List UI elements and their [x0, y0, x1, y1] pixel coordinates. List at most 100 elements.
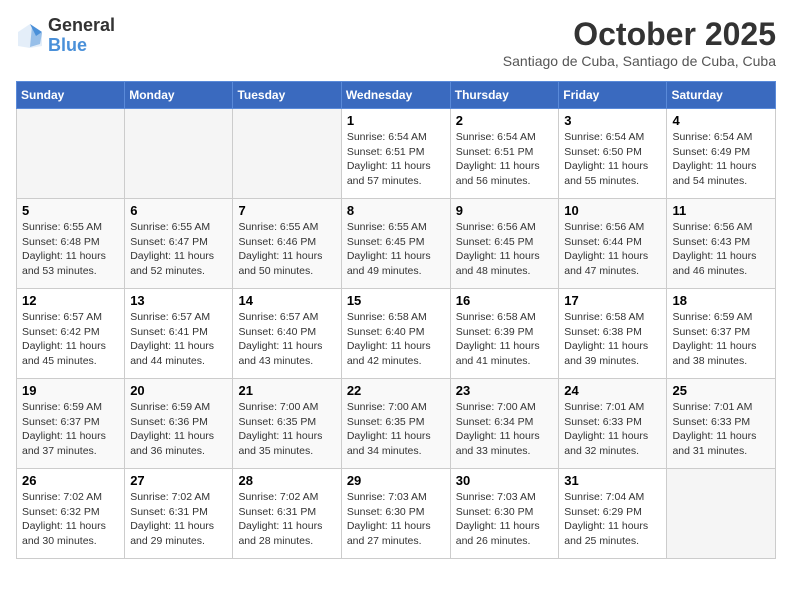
day-number: 20 [130, 383, 227, 398]
calendar-cell: 1 Sunrise: 6:54 AMSunset: 6:51 PMDaylight… [341, 109, 450, 199]
calendar-cell: 28 Sunrise: 7:02 AMSunset: 6:31 PMDayligh… [233, 469, 341, 559]
calendar-cell [17, 109, 125, 199]
day-info: Sunrise: 6:58 AMSunset: 6:40 PMDaylight:… [347, 310, 445, 369]
calendar-cell: 23 Sunrise: 7:00 AMSunset: 6:34 PMDayligh… [450, 379, 559, 469]
calendar-table: SundayMondayTuesdayWednesdayThursdayFrid… [16, 81, 776, 559]
day-number: 14 [238, 293, 335, 308]
day-info: Sunrise: 6:55 AMSunset: 6:45 PMDaylight:… [347, 220, 445, 279]
day-info: Sunrise: 6:54 AMSunset: 6:49 PMDaylight:… [672, 130, 770, 189]
day-number: 17 [564, 293, 661, 308]
page-header: General Blue October 2025 Santiago de Cu… [16, 16, 776, 69]
day-number: 22 [347, 383, 445, 398]
day-number: 15 [347, 293, 445, 308]
calendar-cell: 15 Sunrise: 6:58 AMSunset: 6:40 PMDayligh… [341, 289, 450, 379]
day-info: Sunrise: 6:55 AMSunset: 6:47 PMDaylight:… [130, 220, 227, 279]
logo-text: General Blue [48, 16, 115, 56]
calendar-cell: 29 Sunrise: 7:03 AMSunset: 6:30 PMDayligh… [341, 469, 450, 559]
day-number: 6 [130, 203, 227, 218]
day-number: 30 [456, 473, 554, 488]
calendar-cell: 16 Sunrise: 6:58 AMSunset: 6:39 PMDayligh… [450, 289, 559, 379]
calendar-cell: 18Sunrise: 6:59 AMSunset: 6:37 PMDayligh… [667, 289, 776, 379]
day-info: Sunrise: 6:58 AMSunset: 6:39 PMDaylight:… [456, 310, 554, 369]
calendar-cell [125, 109, 233, 199]
calendar-cell: 10 Sunrise: 6:56 AMSunset: 6:44 PMDayligh… [559, 199, 667, 289]
calendar-cell: 12Sunrise: 6:57 AMSunset: 6:42 PMDayligh… [17, 289, 125, 379]
month-title: October 2025 [503, 16, 776, 53]
day-number: 21 [238, 383, 335, 398]
day-info: Sunrise: 7:00 AMSunset: 6:34 PMDaylight:… [456, 400, 554, 459]
day-info: Sunrise: 6:57 AMSunset: 6:41 PMDaylight:… [130, 310, 227, 369]
day-number: 4 [672, 113, 770, 128]
day-info: Sunrise: 7:03 AMSunset: 6:30 PMDaylight:… [347, 490, 445, 549]
calendar-week-row: 1 Sunrise: 6:54 AMSunset: 6:51 PMDaylight… [17, 109, 776, 199]
calendar-cell: 22Sunrise: 7:00 AMSunset: 6:35 PMDayligh… [341, 379, 450, 469]
day-info: Sunrise: 6:56 AMSunset: 6:45 PMDaylight:… [456, 220, 554, 279]
day-number: 9 [456, 203, 554, 218]
calendar-cell: 2Sunrise: 6:54 AMSunset: 6:51 PMDaylight… [450, 109, 559, 199]
calendar-cell: 11Sunrise: 6:56 AMSunset: 6:43 PMDayligh… [667, 199, 776, 289]
day-number: 16 [456, 293, 554, 308]
day-info: Sunrise: 6:57 AMSunset: 6:42 PMDaylight:… [22, 310, 119, 369]
day-number: 7 [238, 203, 335, 218]
weekday-header-tuesday: Tuesday [233, 82, 341, 109]
day-info: Sunrise: 6:54 AMSunset: 6:51 PMDaylight:… [347, 130, 445, 189]
location-title: Santiago de Cuba, Santiago de Cuba, Cuba [503, 53, 776, 69]
day-info: Sunrise: 7:02 AMSunset: 6:31 PMDaylight:… [238, 490, 335, 549]
day-number: 19 [22, 383, 119, 398]
day-info: Sunrise: 7:04 AMSunset: 6:29 PMDaylight:… [564, 490, 661, 549]
day-info: Sunrise: 6:59 AMSunset: 6:37 PMDaylight:… [22, 400, 119, 459]
calendar-cell: 21Sunrise: 7:00 AMSunset: 6:35 PMDayligh… [233, 379, 341, 469]
weekday-header-saturday: Saturday [667, 82, 776, 109]
day-number: 8 [347, 203, 445, 218]
calendar-cell: 7 Sunrise: 6:55 AMSunset: 6:46 PMDaylight… [233, 199, 341, 289]
day-number: 5 [22, 203, 119, 218]
day-info: Sunrise: 6:55 AMSunset: 6:46 PMDaylight:… [238, 220, 335, 279]
calendar-cell [667, 469, 776, 559]
day-number: 29 [347, 473, 445, 488]
calendar-cell: 5 Sunrise: 6:55 AMSunset: 6:48 PMDaylight… [17, 199, 125, 289]
calendar-cell: 31 Sunrise: 7:04 AMSunset: 6:29 PMDayligh… [559, 469, 667, 559]
day-number: 31 [564, 473, 661, 488]
calendar-cell: 14Sunrise: 6:57 AMSunset: 6:40 PMDayligh… [233, 289, 341, 379]
calendar-cell: 20 Sunrise: 6:59 AMSunset: 6:36 PMDayligh… [125, 379, 233, 469]
calendar-cell: 6 Sunrise: 6:55 AMSunset: 6:47 PMDaylight… [125, 199, 233, 289]
day-info: Sunrise: 6:55 AMSunset: 6:48 PMDaylight:… [22, 220, 119, 279]
calendar-cell: 26Sunrise: 7:02 AMSunset: 6:32 PMDayligh… [17, 469, 125, 559]
day-number: 10 [564, 203, 661, 218]
day-number: 25 [672, 383, 770, 398]
calendar-cell: 8 Sunrise: 6:55 AMSunset: 6:45 PMDaylight… [341, 199, 450, 289]
calendar-week-row: 19 Sunrise: 6:59 AMSunset: 6:37 PMDayligh… [17, 379, 776, 469]
day-number: 23 [456, 383, 554, 398]
day-info: Sunrise: 7:02 AMSunset: 6:32 PMDaylight:… [22, 490, 119, 549]
day-info: Sunrise: 6:58 AMSunset: 6:38 PMDaylight:… [564, 310, 661, 369]
weekday-header-row: SundayMondayTuesdayWednesdayThursdayFrid… [17, 82, 776, 109]
calendar-cell: 9 Sunrise: 6:56 AMSunset: 6:45 PMDaylight… [450, 199, 559, 289]
day-info: Sunrise: 7:01 AMSunset: 6:33 PMDaylight:… [564, 400, 661, 459]
day-number: 1 [347, 113, 445, 128]
calendar-week-row: 12Sunrise: 6:57 AMSunset: 6:42 PMDayligh… [17, 289, 776, 379]
calendar-week-row: 5 Sunrise: 6:55 AMSunset: 6:48 PMDaylight… [17, 199, 776, 289]
calendar-cell: 3Sunrise: 6:54 AMSunset: 6:50 PMDaylight… [559, 109, 667, 199]
weekday-header-sunday: Sunday [17, 82, 125, 109]
day-number: 18 [672, 293, 770, 308]
logo-icon [16, 22, 44, 50]
weekday-header-thursday: Thursday [450, 82, 559, 109]
day-info: Sunrise: 7:02 AMSunset: 6:31 PMDaylight:… [130, 490, 227, 549]
day-info: Sunrise: 6:59 AMSunset: 6:36 PMDaylight:… [130, 400, 227, 459]
day-info: Sunrise: 7:03 AMSunset: 6:30 PMDaylight:… [456, 490, 554, 549]
weekday-header-wednesday: Wednesday [341, 82, 450, 109]
calendar-cell: 30 Sunrise: 7:03 AMSunset: 6:30 PMDayligh… [450, 469, 559, 559]
calendar-cell: 13 Sunrise: 6:57 AMSunset: 6:41 PMDayligh… [125, 289, 233, 379]
calendar-week-row: 26Sunrise: 7:02 AMSunset: 6:32 PMDayligh… [17, 469, 776, 559]
day-number: 24 [564, 383, 661, 398]
day-number: 28 [238, 473, 335, 488]
day-number: 27 [130, 473, 227, 488]
logo: General Blue [16, 16, 115, 56]
weekday-header-friday: Friday [559, 82, 667, 109]
day-number: 13 [130, 293, 227, 308]
calendar-cell: 24 Sunrise: 7:01 AMSunset: 6:33 PMDayligh… [559, 379, 667, 469]
day-number: 11 [672, 203, 770, 218]
day-info: Sunrise: 6:56 AMSunset: 6:44 PMDaylight:… [564, 220, 661, 279]
day-info: Sunrise: 6:54 AMSunset: 6:51 PMDaylight:… [456, 130, 554, 189]
day-number: 3 [564, 113, 661, 128]
